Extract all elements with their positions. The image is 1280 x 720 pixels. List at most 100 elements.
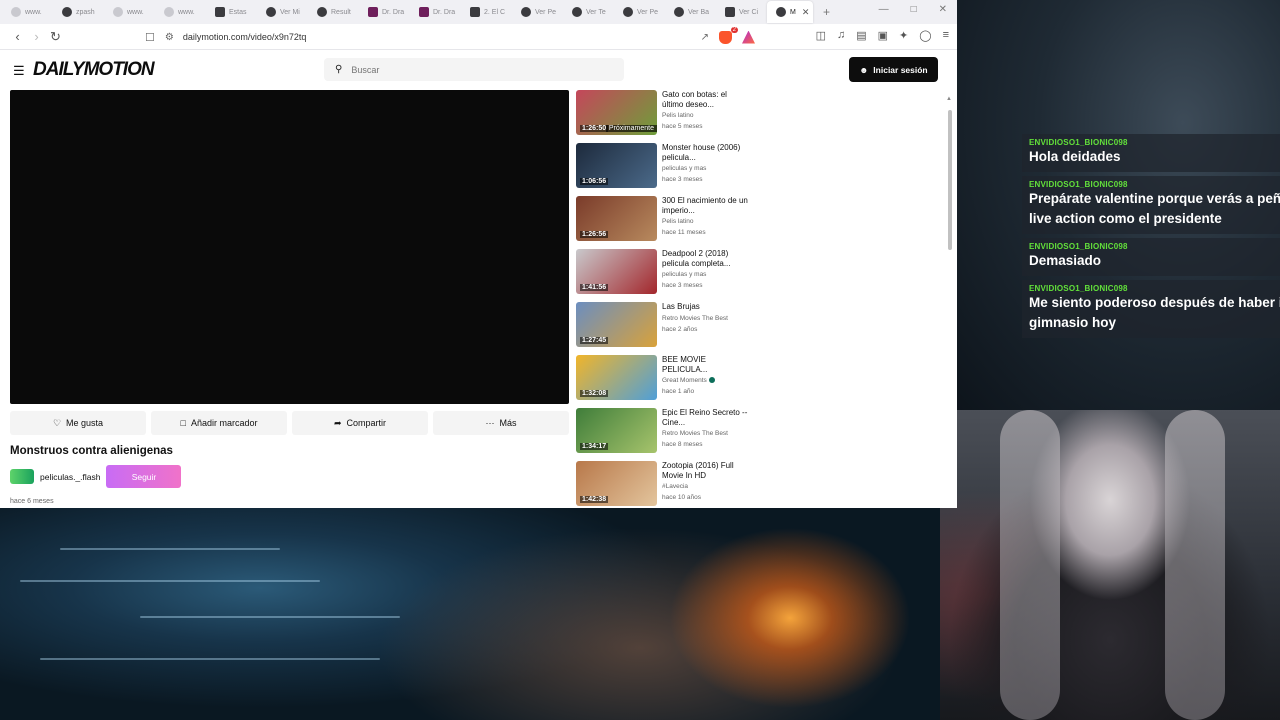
recommended-video[interactable]: 1:42:38 Zootopia (2016) Full Movie In HD #… [576,461,751,508]
scroll-up-icon[interactable]: ▲ [946,96,952,102]
browser-tab[interactable]: Ver Te [563,1,614,23]
reader-icon[interactable]: ▤ [856,29,866,42]
dailymotion-logo[interactable]: DAILYMOTION [33,59,155,81]
bookmark-button[interactable]: □ Añadir marcador [151,411,287,435]
video-player[interactable] [10,90,569,404]
video-thumbnail[interactable]: 1:41:56 [576,249,657,294]
minimize-icon[interactable]: — [879,4,889,15]
video-thumbnail[interactable]: 1:42:38 [576,461,657,506]
recommended-video[interactable]: 1:26:50 Próximamente Gato con botas: el úl… [576,90,751,143]
video-thumbnail[interactable]: 1:26:56 [576,196,657,241]
p-icon [215,7,225,17]
browser-tab[interactable]: Estas [206,1,257,23]
browser-tab[interactable]: www. [2,1,53,23]
scrollbar-thumb[interactable] [948,110,952,250]
like-button[interactable]: ♡ Me gusta [10,411,146,435]
recommended-video[interactable]: 1:27:45 Las Brujas Retro Movies The Best ha… [576,302,751,355]
recommended-video[interactable]: 1:26:56 300 El nacimiento de un imperio..… [576,196,751,249]
recommended-video[interactable]: 1:32:08 BEE MOVIE PELICULA... Great Moment… [576,355,751,408]
recommended-video-owner[interactable]: Pelis latino [662,112,750,119]
media-icon[interactable]: ♫ [837,29,845,42]
recommended-video-date: hace 5 meses [662,123,703,130]
hamburger-menu-icon[interactable]: ☰ [13,63,25,79]
recommended-video-title[interactable]: 300 El nacimiento de un imperio... [662,196,750,215]
browser-tab[interactable]: Result [308,1,359,23]
video-thumbnail[interactable]: 1:32:08 [576,355,657,400]
recommended-video-title[interactable]: BEE MOVIE PELICULA... [662,355,750,374]
browser-tab[interactable]: Ver Ci [716,1,767,23]
tab-label: 2. El C [484,8,506,16]
chat-text: gimnasio hoy [1029,315,1117,330]
recommended-video[interactable]: 1:06:56 Monster house (2006) pelicula... p… [576,143,751,196]
address-bar[interactable]: ☐ ⚙ dailymotion.com/video/x9n72tq ↗ 2 [145,26,755,47]
bookmark-label: Añadir marcador [190,418,258,428]
browser-tab[interactable]: www. [104,1,155,23]
channel-name[interactable]: peliculas._.flash [40,472,100,482]
search-box[interactable]: ⚲ [324,58,624,81]
browser-tab[interactable]: zpash [53,1,104,23]
browser-tab[interactable]: Ver Mi [257,1,308,23]
browser-tab[interactable]: M ✕ [767,1,813,23]
site-info-icon[interactable]: ⚙ [165,32,174,43]
video-thumbnail[interactable]: 1:06:56 [576,143,657,188]
recommended-video-title[interactable]: Zootopia (2016) Full Movie In HD [662,461,750,480]
browser-tab[interactable]: Ver Pe [614,1,665,23]
recommended-video-owner[interactable]: Retro Movies The Best [662,430,750,437]
duration-badge: 1:34:17 [580,443,609,450]
recommended-video-title[interactable]: Las Brujas [662,302,750,312]
video-thumbnail[interactable]: 1:34:17 [576,408,657,453]
brave-shields-icon[interactable]: 2 [719,26,738,44]
recommended-video-date: hace 1 año [662,388,695,395]
recommended-video-owner[interactable]: Retro Movies The Best [662,315,750,322]
recommended-video-owner[interactable]: #Lavecia [662,483,750,490]
streamer-avatar-art [940,410,1280,720]
brave-rewards-icon[interactable] [742,30,755,44]
forward-icon[interactable]: › [27,29,46,44]
tab-label: Ver Pe [535,8,557,16]
video-thumbnail[interactable]: 1:26:50 Próximamente [576,90,657,135]
search-input[interactable] [351,64,602,75]
recommended-video-date: hace 11 meses [662,229,706,236]
recommended-video-title[interactable]: Monster house (2006) pelicula... [662,143,750,162]
browser-tab[interactable]: Dr. Dra [359,1,410,23]
recommended-video[interactable]: 1:34:17 Epic El Reino Secreto -- Cine... R… [576,408,751,461]
url-text[interactable]: dailymotion.com/video/x9n72tq [183,32,307,42]
maximize-icon[interactable]: □ [911,4,917,15]
wallet-icon[interactable]: ▣ [878,29,888,42]
chat-text: live action como el presidente [1029,211,1222,226]
recommended-video-owner[interactable]: peliculas y mas [662,165,750,172]
login-button[interactable]: ☻ Iniciar sesión [849,57,938,82]
vpn-icon[interactable]: ◯ [919,29,931,42]
sidebar-panel-icon[interactable]: ◫ [816,29,826,42]
new-tab-icon[interactable]: + [823,5,830,19]
leo-ai-icon[interactable]: ✦ [899,29,908,42]
recommended-video-title[interactable]: Epic El Reino Secreto -- Cine... [662,408,750,427]
close-tab-icon[interactable]: ✕ [802,7,810,18]
recommended-video-title[interactable]: Gato con botas: el último deseo... [662,90,750,109]
browser-tab[interactable]: Ver Pe [512,1,563,23]
browser-tab[interactable]: www. [155,1,206,23]
bookmark-page-icon[interactable]: ☐ [145,31,155,44]
page-scrollbar[interactable]: ▲ ▼ [946,96,952,508]
share-button[interactable]: ➦ Compartir [292,411,428,435]
more-button[interactable]: ··· Más [433,411,569,435]
back-icon[interactable]: ‹ [8,29,27,44]
follow-button[interactable]: Seguir [106,465,182,488]
reload-icon[interactable]: ↻ [46,29,65,45]
a-icon [266,7,276,17]
tab-label: Ver Pe [637,8,659,16]
browser-tab[interactable]: Dr. Dra [410,1,461,23]
recommended-video-owner[interactable]: peliculas y mas [662,271,750,278]
browser-tab[interactable]: Ver Ba [665,1,716,23]
channel-avatar[interactable] [10,469,34,484]
recommended-video-date: hace 8 meses [662,441,703,448]
video-thumbnail[interactable]: 1:27:45 [576,302,657,347]
recommended-video-title[interactable]: Deadpool 2 (2018) pelicula completa... [662,249,750,268]
recommended-video[interactable]: 1:41:56 Deadpool 2 (2018) pelicula comple… [576,249,751,302]
menu-icon[interactable]: ≡ [943,29,949,42]
recommended-video-owner[interactable]: Pelis latino [662,218,750,225]
close-window-icon[interactable]: ✕ [939,4,947,15]
browser-tab[interactable]: 2. El C [461,1,512,23]
share-icon[interactable]: ↗ [701,32,709,43]
recommended-video-owner[interactable]: Great Moments [662,377,750,384]
